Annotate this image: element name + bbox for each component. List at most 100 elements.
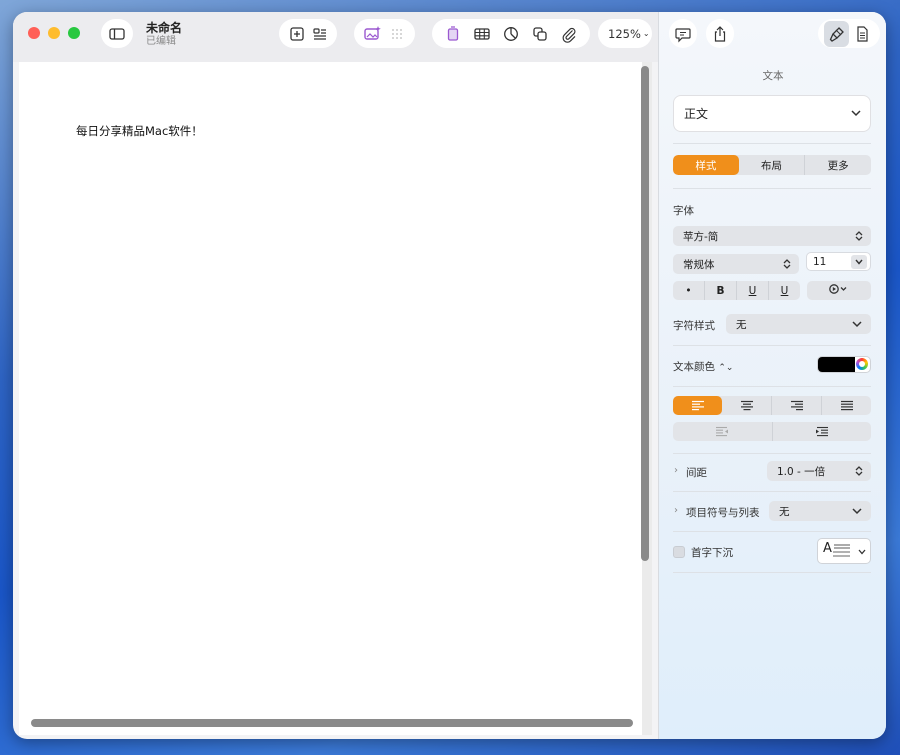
- tab-more[interactable]: 更多: [805, 155, 871, 175]
- chevron-down-icon: [851, 505, 863, 520]
- align-center-icon: [740, 400, 753, 411]
- dropcap-lines-icon: [833, 544, 850, 557]
- grid-icon[interactable]: [385, 21, 410, 47]
- minimize-window-button[interactable]: [48, 27, 60, 39]
- chart-icon[interactable]: [498, 21, 524, 47]
- zoom-value: 125%: [608, 26, 641, 41]
- align-right-button[interactable]: [771, 396, 821, 415]
- decrease-indent-button[interactable]: [673, 422, 772, 441]
- dropcap-preview: A: [823, 541, 832, 556]
- advanced-options-menu[interactable]: [807, 281, 871, 300]
- divider: [673, 453, 871, 454]
- document-icon[interactable]: [849, 21, 874, 47]
- align-right-icon: [790, 400, 803, 411]
- document-canvas[interactable]: 每日分享精品Mac软件！: [19, 62, 642, 735]
- add-page-icon[interactable]: [285, 21, 308, 47]
- vertical-scrollbar[interactable]: [641, 66, 649, 561]
- attachment-icon[interactable]: [556, 21, 582, 47]
- up-down-chevron-icon: ⌃⌄: [718, 363, 734, 373]
- divider: [673, 572, 871, 573]
- disclosure-chevron-icon[interactable]: ›: [674, 505, 678, 516]
- table-icon[interactable]: [469, 21, 495, 47]
- spacing-label[interactable]: 间距: [686, 465, 707, 480]
- font-label: 字体: [673, 205, 694, 217]
- font-size-field[interactable]: 11: [806, 252, 871, 271]
- paragraph-style-menu[interactable]: 正文: [673, 95, 871, 132]
- close-window-button[interactable]: [28, 27, 40, 39]
- inspector-heading: 文本: [762, 70, 784, 82]
- italic-underline-button[interactable]: U: [736, 281, 768, 300]
- dropcap-style-menu[interactable]: A: [817, 538, 871, 564]
- disclosure-chevron-icon[interactable]: ›: [674, 465, 678, 476]
- tab-layout[interactable]: 布局: [739, 155, 806, 175]
- font-size-dropdown[interactable]: [851, 255, 867, 269]
- text-style-buttons: • B U U: [673, 281, 800, 300]
- align-center-button[interactable]: [722, 396, 771, 415]
- document-title: 未命名: [146, 21, 183, 35]
- document-status: 已编辑: [146, 36, 176, 47]
- zoom-menu[interactable]: 125% ⌄: [598, 19, 652, 48]
- text-tab-segmented-control: 样式 布局 更多: [673, 155, 871, 175]
- document-title-area[interactable]: 未命名 已编辑: [146, 21, 182, 48]
- chevron-down-icon: ⌄: [642, 29, 650, 38]
- chevron-down-icon: [851, 318, 863, 333]
- bold-button[interactable]: B: [704, 281, 736, 300]
- paragraph-style-value: 正文: [684, 107, 709, 121]
- increase-indent-button[interactable]: [771, 422, 872, 441]
- up-down-chevron-icon: [854, 465, 864, 480]
- char-style-value: 无: [736, 318, 747, 331]
- bullet-style-button[interactable]: •: [673, 281, 704, 300]
- document-body-text[interactable]: 每日分享精品Mac软件！: [76, 123, 203, 139]
- zoom-window-button[interactable]: [68, 27, 80, 39]
- divider: [673, 531, 871, 532]
- text-color-swatch[interactable]: [818, 357, 855, 372]
- dropcap-checkbox[interactable]: [673, 546, 685, 558]
- share-button[interactable]: [706, 19, 734, 48]
- divider: [673, 143, 871, 144]
- divider: [673, 188, 871, 189]
- sidebar-icon: [104, 21, 130, 47]
- indent-control: [673, 422, 871, 441]
- font-family-menu[interactable]: 苹方-简: [673, 226, 871, 246]
- format-brush-icon[interactable]: [824, 20, 849, 47]
- font-weight-value: 常规体: [683, 258, 715, 271]
- justify-button[interactable]: [821, 396, 871, 415]
- chevron-down-icon: [855, 259, 863, 265]
- text-box-icon[interactable]: [308, 21, 331, 47]
- font-weight-menu[interactable]: 常规体: [673, 254, 799, 274]
- image-playground-icon[interactable]: [360, 21, 385, 47]
- char-style-menu[interactable]: 无: [726, 314, 871, 334]
- horizontal-scrollbar[interactable]: [31, 719, 633, 727]
- bullets-label[interactable]: 项目符号与列表: [686, 505, 760, 520]
- text-color-label-text: 文本颜色: [673, 361, 715, 373]
- text-color-label[interactable]: 文本颜色 ⌃⌄: [673, 359, 733, 374]
- pages-window: 未命名 已编辑 125% ⌄ 每日分享精品Mac软件！ 文本 正文 样式 布局 …: [13, 12, 886, 739]
- divider: [673, 491, 871, 492]
- comment-button[interactable]: [669, 19, 697, 48]
- sidebar-toggle-button[interactable]: [101, 19, 133, 48]
- underline-button[interactable]: U: [768, 281, 800, 300]
- bullets-menu[interactable]: 无: [769, 501, 871, 521]
- objects-pill: [432, 19, 590, 48]
- divider: [673, 345, 871, 346]
- shape-icon[interactable]: [527, 21, 553, 47]
- up-down-chevron-icon: [854, 230, 864, 245]
- gear-icon: [828, 283, 850, 298]
- format-inspector: 文本 正文 样式 布局 更多 字体 苹方-简 常规体 11 • B U U 字符…: [658, 12, 886, 739]
- text-color-well[interactable]: [817, 356, 871, 373]
- char-style-label: 字符样式: [673, 320, 715, 332]
- color-wheel-icon[interactable]: [856, 358, 868, 370]
- divider: [673, 386, 871, 387]
- dropcap-label: 首字下沉: [691, 547, 733, 559]
- tab-style[interactable]: 样式: [673, 155, 739, 175]
- alignment-control: [673, 396, 871, 415]
- indent-icon: [815, 426, 828, 437]
- justify-icon: [840, 400, 853, 411]
- comment-icon: [670, 21, 696, 47]
- align-left-button[interactable]: [673, 396, 722, 415]
- text-insert-icon[interactable]: [440, 21, 466, 47]
- media-pill: [354, 19, 415, 48]
- outdent-icon: [716, 426, 729, 437]
- spacing-value: 1.0 - 一倍: [777, 465, 826, 478]
- spacing-menu[interactable]: 1.0 - 一倍: [767, 461, 871, 481]
